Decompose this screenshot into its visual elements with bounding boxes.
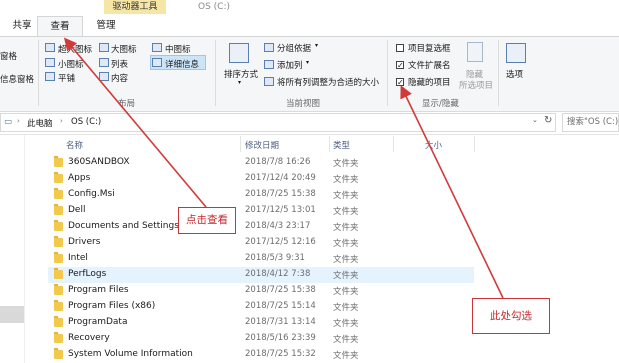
arrow-to-view-tab [63, 37, 207, 208]
annotation-check-here: 此处勾选 [472, 298, 550, 334]
arrow-to-hidden-items [400, 85, 504, 299]
annotation-click-view: 点击查看 [178, 207, 236, 234]
